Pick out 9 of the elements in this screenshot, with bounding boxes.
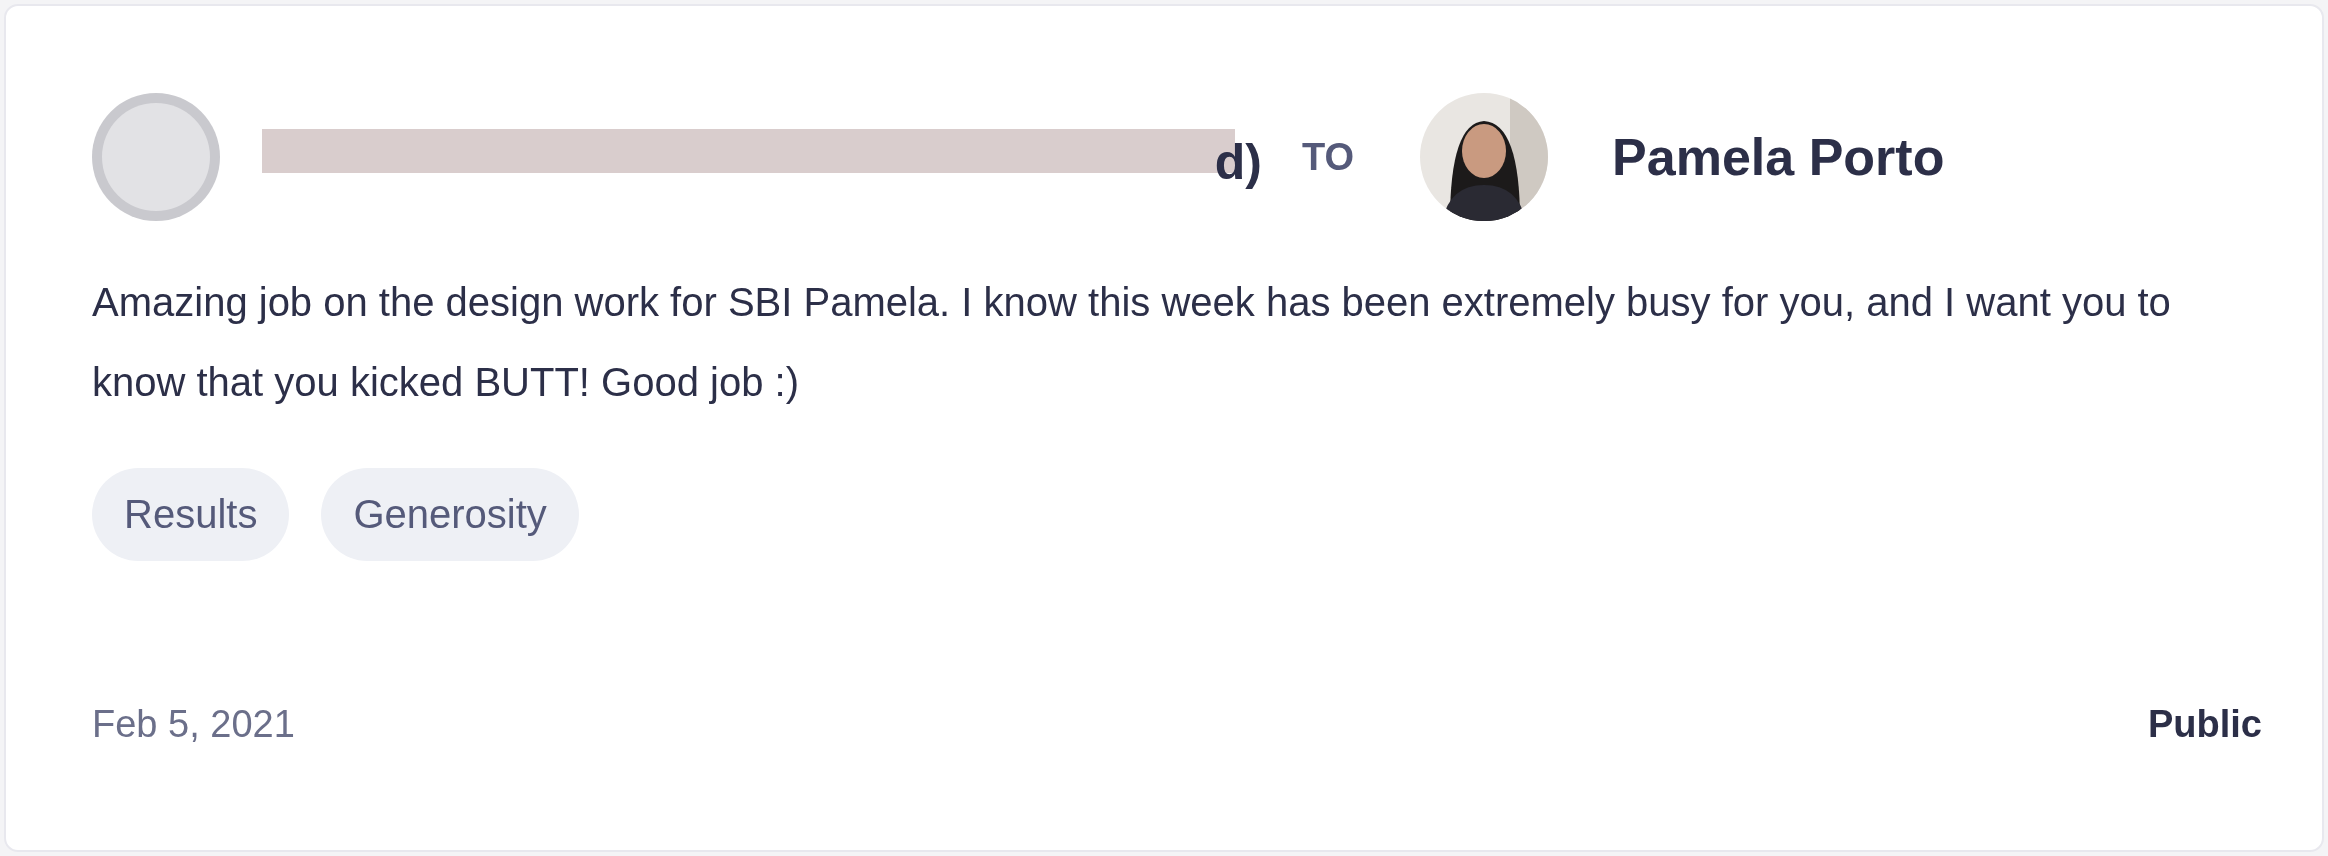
visibility-label: Public bbox=[2147, 703, 2262, 746]
message-text: Amazing job on the design work for SBI Pamela. I know this week has been extremely busy for you, and I want you to know that you kicked BUTT! Good job :) bbox=[92, 279, 2172, 406]
avatar-icon bbox=[92, 93, 220, 221]
recipient-name[interactable]: Pamela Porto bbox=[1612, 127, 1945, 187]
date-text: Feb 5, 2021 bbox=[92, 703, 295, 746]
sender-name[interactable]: d) bbox=[1214, 133, 1262, 191]
to-label: TO bbox=[1302, 135, 1355, 179]
tag-chip: Generosity bbox=[321, 468, 579, 561]
tag-chip: Results bbox=[92, 468, 290, 561]
